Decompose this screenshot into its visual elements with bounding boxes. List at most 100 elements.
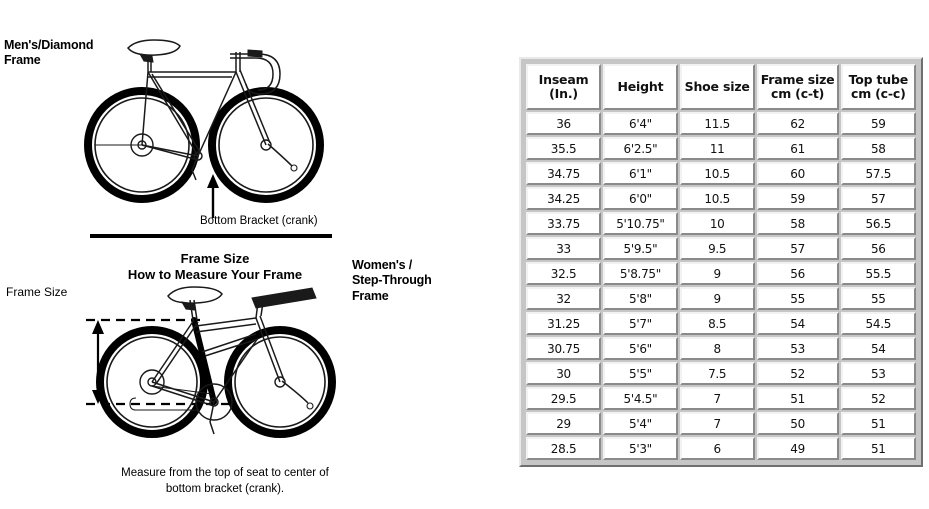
cell-frame-size: 61 [756, 137, 839, 160]
frame-size-table: Inseam (In.) Height Shoe size Frame size… [524, 62, 918, 462]
cell-inseam: 29.5 [526, 387, 602, 410]
cell-height: 5'8.75" [603, 262, 678, 285]
table-row: 30.75 5'6" 8 53 54 [526, 337, 916, 360]
table-row: 35.5 6'2.5" 11 61 58 [526, 137, 916, 160]
cell-top-tube: 55 [840, 287, 916, 310]
cell-frame-size: 52 [756, 362, 839, 385]
cell-inseam: 28.5 [526, 437, 602, 460]
cell-frame-size: 59 [756, 187, 839, 210]
column-header-top-tube: Top tube cm (c-c) [840, 64, 916, 110]
cell-top-tube: 56.5 [840, 212, 916, 235]
cell-top-tube: 54.5 [840, 312, 916, 335]
cell-shoe-size: 7.5 [679, 362, 755, 385]
section-divider [90, 234, 332, 238]
cell-inseam: 33 [526, 237, 602, 260]
cell-top-tube: 51 [840, 437, 916, 460]
bottom-bracket-pointer-arrow [207, 174, 219, 218]
cell-inseam: 34.75 [526, 162, 602, 185]
cell-shoe-size: 10.5 [679, 162, 755, 185]
cell-height: 6'1" [603, 162, 678, 185]
cell-top-tube: 58 [840, 137, 916, 160]
cell-frame-size: 53 [756, 337, 839, 360]
cell-height: 5'8" [603, 287, 678, 310]
cell-height: 5'4" [603, 412, 678, 435]
column-header-frame-size: Frame size cm (c-t) [756, 64, 839, 110]
cell-shoe-size: 8.5 [679, 312, 755, 335]
table-row: 32.5 5'8.75" 9 56 55.5 [526, 262, 916, 285]
cell-shoe-size: 11 [679, 137, 755, 160]
cell-shoe-size: 7 [679, 387, 755, 410]
cell-inseam: 36 [526, 112, 602, 135]
cell-top-tube: 55.5 [840, 262, 916, 285]
cell-height: 5'4.5" [603, 387, 678, 410]
table-row: 30 5'5" 7.5 52 53 [526, 362, 916, 385]
table-row: 31.25 5'7" 8.5 54 54.5 [526, 312, 916, 335]
womens-step-through-frame-bicycle-illustration [86, 286, 336, 438]
column-header-shoe-size: Shoe size [679, 64, 755, 110]
frame-size-table-container: Inseam (In.) Height Shoe size Frame size… [519, 57, 923, 467]
cell-height: 5'9.5" [603, 237, 678, 260]
bottom-bracket-label: Bottom Bracket (crank) [200, 215, 318, 227]
table-body: 36 6'4" 11.5 62 59 35.5 6'2.5" 11 61 58 … [526, 112, 916, 460]
cell-frame-size: 51 [756, 387, 839, 410]
cell-frame-size: 58 [756, 212, 839, 235]
cell-frame-size: 57 [756, 237, 839, 260]
cell-height: 6'4" [603, 112, 678, 135]
cell-height: 6'2.5" [603, 137, 678, 160]
cell-top-tube: 57 [840, 187, 916, 210]
cell-inseam: 30 [526, 362, 602, 385]
cell-top-tube: 57.5 [840, 162, 916, 185]
cell-top-tube: 53 [840, 362, 916, 385]
cell-shoe-size: 10.5 [679, 187, 755, 210]
cell-height: 6'0" [603, 187, 678, 210]
cell-inseam: 31.25 [526, 312, 602, 335]
cell-inseam: 29 [526, 412, 602, 435]
cell-inseam: 32.5 [526, 262, 602, 285]
cell-frame-size: 62 [756, 112, 839, 135]
cell-top-tube: 51 [840, 412, 916, 435]
frame-size-heading: Frame Size How to Measure Your Frame [127, 251, 303, 283]
cell-top-tube: 54 [840, 337, 916, 360]
table-row: 29 5'4" 7 50 51 [526, 412, 916, 435]
column-header-height: Height [603, 64, 678, 110]
cell-frame-size: 50 [756, 412, 839, 435]
cell-shoe-size: 6 [679, 437, 755, 460]
cell-shoe-size: 8 [679, 337, 755, 360]
cell-frame-size: 60 [756, 162, 839, 185]
table-row: 32 5'8" 9 55 55 [526, 287, 916, 310]
cell-frame-size: 56 [756, 262, 839, 285]
table-header-row: Inseam (In.) Height Shoe size Frame size… [526, 64, 916, 110]
bicycle-diagram-panel: Men's/Diamond Frame Bottom Bracket (cran… [0, 0, 500, 509]
table-row: 33.75 5'10.75" 10 58 56.5 [526, 212, 916, 235]
table-row: 34.25 6'0" 10.5 59 57 [526, 187, 916, 210]
cell-shoe-size: 10 [679, 212, 755, 235]
cell-inseam: 35.5 [526, 137, 602, 160]
column-header-inseam: Inseam (In.) [526, 64, 602, 110]
table-row: 28.5 5'3" 6 49 51 [526, 437, 916, 460]
cell-shoe-size: 9 [679, 262, 755, 285]
cell-frame-size: 54 [756, 312, 839, 335]
cell-shoe-size: 9 [679, 287, 755, 310]
cell-inseam: 34.25 [526, 187, 602, 210]
cell-height: 5'3" [603, 437, 678, 460]
table-row: 36 6'4" 11.5 62 59 [526, 112, 916, 135]
cell-inseam: 33.75 [526, 212, 602, 235]
cell-height: 5'6" [603, 337, 678, 360]
cell-shoe-size: 9.5 [679, 237, 755, 260]
cell-shoe-size: 11.5 [679, 112, 755, 135]
frame-size-side-label: Frame Size [6, 285, 68, 299]
table-row: 29.5 5'4.5" 7 51 52 [526, 387, 916, 410]
cell-top-tube: 52 [840, 387, 916, 410]
measure-instruction-caption: Measure from the top of seat to center o… [121, 467, 329, 495]
table-row: 34.75 6'1" 10.5 60 57.5 [526, 162, 916, 185]
cell-inseam: 32 [526, 287, 602, 310]
cell-height: 5'7" [603, 312, 678, 335]
cell-shoe-size: 7 [679, 412, 755, 435]
cell-height: 5'5" [603, 362, 678, 385]
cell-height: 5'10.75" [603, 212, 678, 235]
cell-top-tube: 56 [840, 237, 916, 260]
cell-top-tube: 59 [840, 112, 916, 135]
table-row: 33 5'9.5" 9.5 57 56 [526, 237, 916, 260]
cell-inseam: 30.75 [526, 337, 602, 360]
cell-frame-size: 55 [756, 287, 839, 310]
